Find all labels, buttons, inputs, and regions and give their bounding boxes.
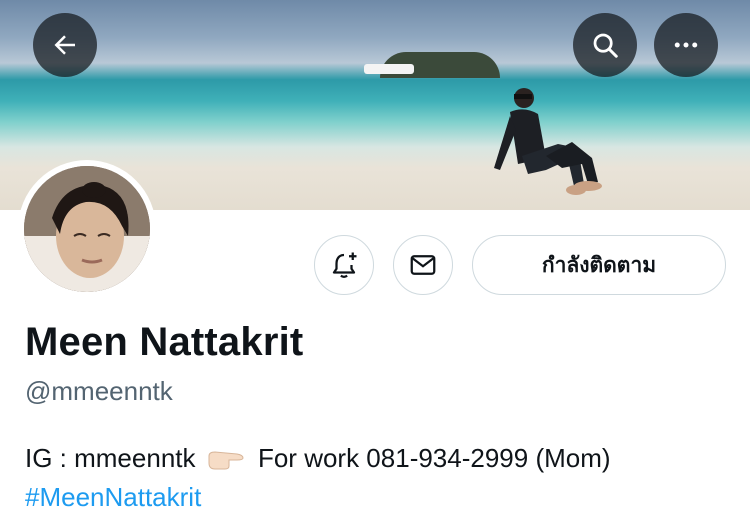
- bell-plus-icon: [332, 252, 357, 278]
- pointing-right-emoji: [208, 451, 244, 470]
- notifications-button[interactable]: [314, 235, 374, 295]
- bio-text-work: For work 081-934-2999 (Mom): [257, 443, 611, 473]
- profile-handle: @mmeenntk: [25, 376, 173, 406]
- message-button[interactable]: [393, 235, 453, 295]
- more-options-button[interactable]: [654, 13, 718, 77]
- avatar[interactable]: [24, 166, 150, 292]
- following-button[interactable]: กำลังติดตาม: [472, 235, 726, 295]
- banner-person: [494, 88, 602, 195]
- search-icon: [593, 33, 618, 58]
- arrow-left-icon: [54, 35, 75, 55]
- banner-boat: [364, 64, 414, 74]
- back-button[interactable]: [33, 13, 97, 77]
- search-button[interactable]: [573, 13, 637, 77]
- profile-name: Meen Nattakrit: [25, 320, 304, 364]
- envelope-icon: [410, 255, 436, 275]
- bio-text-ig: IG : mmeenntk: [25, 443, 196, 473]
- avatar-photo: [24, 166, 150, 292]
- more-icon: [674, 42, 698, 48]
- hashtag-link[interactable]: #MeenNattakrit: [25, 482, 201, 513]
- profile-bio: IG : mmeenntk For work 081-934-2999 (Mom…: [25, 443, 611, 474]
